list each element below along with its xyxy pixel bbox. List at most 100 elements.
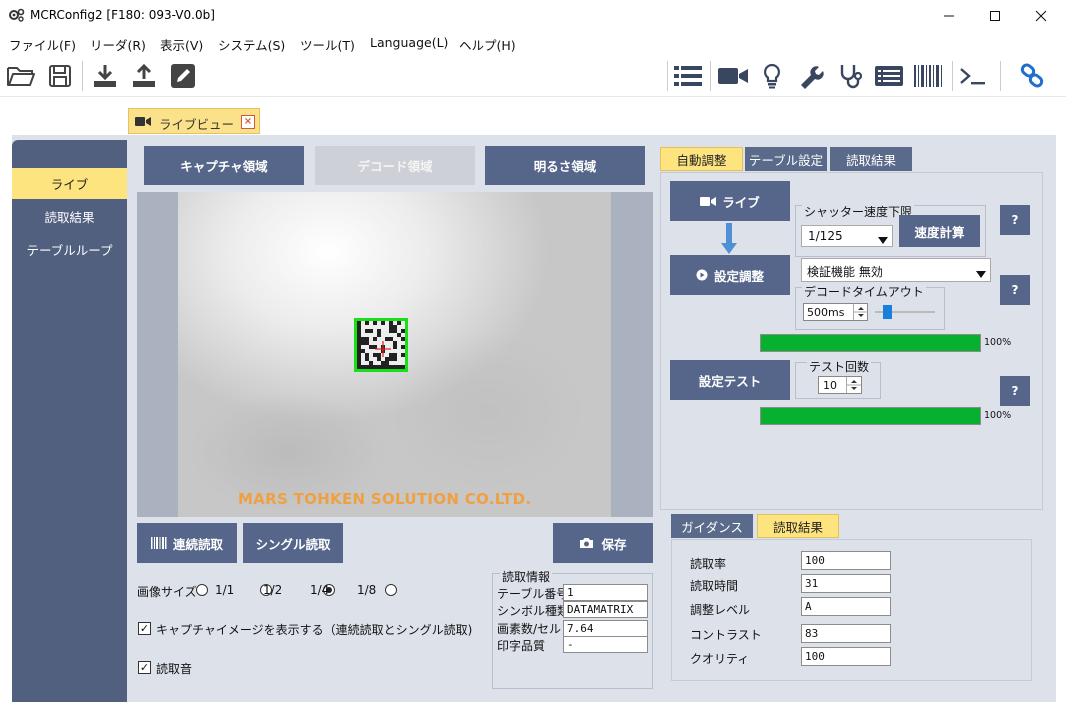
- tab-results[interactable]: 読取結果: [757, 514, 839, 538]
- menu-view[interactable]: 表示(V): [160, 35, 203, 54]
- adjust-settings-button[interactable]: 設定調整: [670, 255, 790, 295]
- decode-timeout-title: デコードタイムアウト: [802, 283, 926, 300]
- image-size-label: 画像サイズ: [137, 585, 197, 599]
- brightness-region-button[interactable]: 明るさ領域: [485, 146, 645, 185]
- adjust-level-field: A: [801, 597, 891, 616]
- read-info-label: シンボル種類: [497, 604, 570, 618]
- verify-function-select[interactable]: 検証機能 無効: [801, 258, 991, 282]
- lightbulb-icon[interactable]: [756, 61, 788, 91]
- arrow-down-icon: [721, 223, 737, 258]
- link-connect-icon[interactable]: [1016, 61, 1048, 91]
- barcode-icon[interactable]: [912, 61, 944, 91]
- test-progress-percent: 100%: [984, 410, 1012, 421]
- adjust-progress-fill: [761, 335, 980, 351]
- adjust-progress-percent: 100%: [984, 337, 1012, 348]
- result-label: コントラスト: [690, 628, 762, 642]
- save-image-button[interactable]: 保存: [553, 523, 653, 563]
- tab-live-view-label: ライブビュー: [159, 117, 235, 132]
- show-capture-label: キャプチャイメージを表示する（連続読取とシングル読取): [156, 623, 473, 637]
- terminal-icon[interactable]: [957, 61, 989, 91]
- download-icon[interactable]: [89, 61, 121, 91]
- wrench-icon[interactable]: [795, 61, 827, 91]
- single-read-button[interactable]: シングル読取: [243, 523, 343, 563]
- adjust-progress-bar: [760, 334, 981, 352]
- toolbar-divider: [82, 61, 83, 91]
- speed-calc-button[interactable]: 速度計算: [899, 215, 980, 247]
- sidebar-item-live[interactable]: ライブ: [12, 168, 127, 199]
- tab-guidance[interactable]: ガイダンス: [671, 514, 753, 538]
- toolbar-divider: [952, 61, 953, 91]
- menu-language[interactable]: Language(L): [370, 35, 448, 50]
- minimize-button[interactable]: [926, 0, 972, 31]
- spinner-arrows-icon[interactable]: [846, 377, 861, 393]
- read-sound-checkbox[interactable]: ✓: [138, 661, 151, 674]
- image-size-radio-1-1[interactable]: [196, 584, 208, 596]
- test-progress-fill: [761, 408, 980, 424]
- decode-timeout-value: 500ms: [807, 306, 845, 319]
- tab-read-results[interactable]: 読取結果: [830, 147, 912, 171]
- decode-timeout-spinner[interactable]: 500ms: [803, 303, 868, 321]
- toolbar-divider: [1000, 61, 1001, 91]
- edit-pencil-icon[interactable]: [167, 61, 199, 91]
- table-number-field: 1: [563, 584, 648, 601]
- spinner-arrows-icon[interactable]: [853, 304, 868, 320]
- shutter-speed-select[interactable]: 1/125: [801, 225, 893, 247]
- read-rate-field: 100: [801, 551, 891, 570]
- result-label: 読取率: [690, 557, 727, 571]
- chevron-down-icon: [878, 233, 888, 247]
- decode-timeout-slider-thumb[interactable]: [883, 305, 892, 319]
- test-progress-bar: [760, 407, 981, 425]
- upload-icon[interactable]: [128, 61, 160, 91]
- result-label: クオリティ: [690, 652, 750, 666]
- shutter-speed-value: 1/125: [808, 229, 843, 243]
- contrast-field: 83: [801, 624, 891, 643]
- pixels-per-cell-field: 7.64: [563, 620, 648, 637]
- open-folder-icon[interactable]: [5, 61, 37, 91]
- list-icon[interactable]: [672, 61, 704, 91]
- test-count-value: 10: [823, 379, 837, 392]
- datamatrix-symbol: [354, 318, 408, 372]
- decode-region-button[interactable]: デコード領域: [315, 146, 475, 185]
- chevron-down-icon: [976, 267, 986, 281]
- maximize-button[interactable]: [972, 0, 1018, 31]
- toolbar-divider: [667, 61, 668, 91]
- help-verify-button[interactable]: ?: [1000, 275, 1030, 305]
- test-count-spinner[interactable]: 10: [818, 376, 862, 394]
- stethoscope-icon[interactable]: [834, 61, 866, 91]
- card-list-icon[interactable]: [873, 61, 905, 91]
- video-camera-icon[interactable]: [717, 61, 749, 91]
- decode-timeout-slider-track[interactable]: [875, 305, 935, 319]
- video-camera-icon: [700, 196, 717, 207]
- help-shutter-button[interactable]: ?: [1000, 205, 1030, 235]
- tab-auto-adjust[interactable]: 自動調整: [660, 147, 743, 171]
- menu-reader[interactable]: リーダ(R): [90, 35, 146, 54]
- help-test-button[interactable]: ?: [1000, 376, 1030, 406]
- close-window-button[interactable]: [1018, 0, 1064, 31]
- camera-icon: [579, 537, 594, 549]
- close-tab-icon[interactable]: ×: [241, 115, 255, 129]
- app-gear-icon: [9, 8, 25, 22]
- menu-tools[interactable]: ツール(T): [300, 35, 355, 54]
- sidebar-item-read-results[interactable]: 読取結果: [12, 201, 127, 232]
- continuous-read-button[interactable]: 連続読取: [137, 523, 237, 563]
- menu-file[interactable]: ファイル(F): [9, 35, 76, 54]
- video-camera-icon: [135, 116, 151, 130]
- settings-test-button[interactable]: 設定テスト: [670, 360, 790, 400]
- read-time-field: 31: [801, 574, 891, 593]
- capture-region-button[interactable]: キャプチャ領域: [144, 146, 304, 185]
- sidebar-item-table-loop[interactable]: テーブルループ: [12, 234, 127, 265]
- camera-image: MARS TOHKEN SOLUTION CO.LTD.: [178, 192, 611, 517]
- image-shading: [388, 332, 588, 492]
- tab-table-settings[interactable]: テーブル設定: [745, 147, 827, 171]
- menu-help[interactable]: ヘルプ(H): [459, 35, 516, 54]
- image-size-option-label: 1/1: [215, 583, 235, 597]
- camera-view[interactable]: MARS TOHKEN SOLUTION CO.LTD.: [137, 192, 653, 517]
- result-label: 読取時間: [690, 579, 739, 593]
- live-button[interactable]: ライブ: [670, 181, 790, 221]
- menu-system[interactable]: システム(S): [218, 35, 285, 54]
- save-disk-icon[interactable]: [44, 61, 76, 91]
- left-sidebar: ライブ 読取結果 テーブルループ: [12, 140, 127, 702]
- show-capture-checkbox[interactable]: ✓: [138, 622, 151, 635]
- tab-live-view[interactable]: ライブビュー ×: [128, 108, 260, 134]
- window-title: MCRConfig2 [F180: 093-V0.0b]: [30, 8, 215, 22]
